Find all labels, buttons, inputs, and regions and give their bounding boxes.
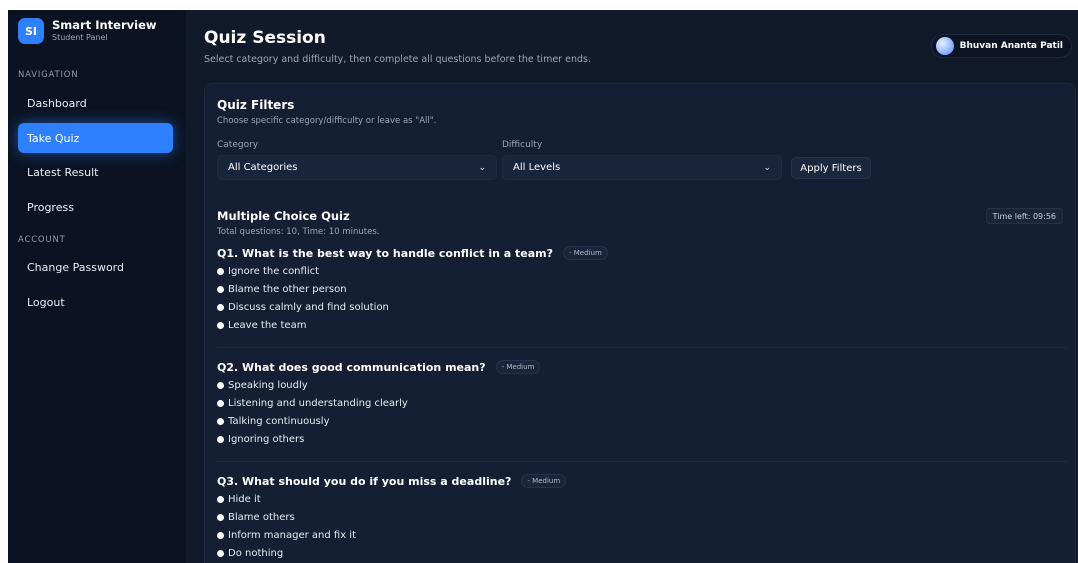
option[interactable]: Discuss calmly and find solution [217,298,1067,316]
radio-icon[interactable] [217,495,224,503]
apply-filters-button[interactable]: Apply Filters [791,157,871,179]
question-text: Q2. What does good communication mean? [217,360,486,374]
sidebar-item-take-quiz[interactable]: Take Quiz [18,123,173,153]
page-title: Quiz Session [204,28,326,48]
filters-subtitle: Choose specific category/difficulty or l… [217,116,437,126]
option-label: Leave the team [228,319,307,331]
radio-icon[interactable] [217,303,224,311]
quiz-card: Quiz Filters Choose specific category/di… [204,83,1076,563]
question-1: Q1. What is the best way to handle confl… [217,244,1067,334]
option[interactable]: Speaking loudly [217,376,1067,394]
difficulty-badge: - Medium [495,360,541,374]
question-text: Q3. What should you do if you miss a dea… [217,474,512,488]
option[interactable]: Ignore the conflict [217,262,1067,280]
brand-title: Smart Interview [52,18,157,32]
quiz-subtitle: Total questions: 10, Time: 10 minutes. [217,227,380,237]
option[interactable]: Blame the other person [217,280,1067,298]
avatar [935,37,954,55]
timer-badge: Time left: 09:56 [985,208,1063,224]
nav-heading: NAVIGATION [18,70,79,80]
option[interactable]: Leave the team [217,316,1067,334]
option-label: Speaking loudly [228,379,308,391]
brand: SI Smart Interview Student Panel [18,18,157,44]
option-label: Hide it [228,493,261,505]
option-label: Talking continuously [228,415,330,427]
brand-logo: SI [18,18,44,44]
option-label: Do nothing [228,547,284,559]
radio-icon[interactable] [217,417,224,425]
radio-icon[interactable] [217,399,224,407]
sidebar-item-change-password[interactable]: Change Password [18,252,173,282]
radio-icon[interactable] [217,513,224,521]
user-badge[interactable]: Bhuvan Ananta Patil [930,34,1072,58]
chevron-down-icon: ⌄ [763,162,771,173]
option[interactable]: Hide it [217,490,1067,508]
brand-subtitle: Student Panel [52,33,108,42]
difficulty-value: All Levels [513,162,561,173]
option-label: Discuss calmly and find solution [228,301,389,313]
option[interactable]: Ignoring others [217,430,1067,448]
option-label: Inform manager and fix it [228,529,356,541]
radio-icon[interactable] [217,321,224,329]
difficulty-select[interactable]: All Levels ⌄ [502,155,782,180]
radio-icon[interactable] [217,267,224,275]
category-value: All Categories [228,162,298,173]
option[interactable]: Talking continuously [217,412,1067,430]
user-name: Bhuvan Ananta Patil [959,41,1063,51]
sidebar-item-progress[interactable]: Progress [18,192,173,222]
radio-icon[interactable] [217,531,224,539]
sidebar: SI Smart Interview Student Panel NAVIGAT… [8,10,186,563]
option[interactable]: Inform manager and fix it [217,526,1067,544]
divider [217,461,1067,462]
sidebar-item-latest-result[interactable]: Latest Result [18,157,173,187]
main-content: Quiz Session Select category and difficu… [186,10,1078,563]
option-label: Blame the other person [228,283,347,295]
quiz-title: Multiple Choice Quiz [217,209,350,223]
sidebar-item-logout[interactable]: Logout [18,287,173,317]
option-label: Listening and understanding clearly [228,397,408,409]
difficulty-badge: - Medium [563,246,608,260]
sidebar-item-dashboard[interactable]: Dashboard [18,88,173,118]
option-label: Ignoring others [228,433,305,445]
radio-icon[interactable] [217,285,224,293]
radio-icon[interactable] [217,381,224,389]
radio-icon[interactable] [217,549,224,557]
option-label: Ignore the conflict [228,265,320,277]
difficulty-badge: - Medium [521,474,567,488]
option[interactable]: Do nothing [217,544,1067,562]
chevron-down-icon: ⌄ [478,162,486,173]
difficulty-label: Difficulty [502,140,543,150]
option-label: Blame others [228,511,295,523]
option[interactable]: Blame others [217,508,1067,526]
question-3: Q3. What should you do if you miss a dea… [217,472,1067,562]
question-text: Q1. What is the best way to handle confl… [217,246,554,260]
category-select[interactable]: All Categories ⌄ [217,155,497,180]
radio-icon[interactable] [217,435,224,443]
filters-title: Quiz Filters [217,98,295,112]
category-label: Category [217,140,259,150]
option[interactable]: Listening and understanding clearly [217,394,1067,412]
app-window: SI Smart Interview Student Panel NAVIGAT… [8,10,1078,563]
page-subtitle: Select category and difficulty, then com… [204,54,591,65]
divider [217,347,1067,348]
question-2: Q2. What does good communication mean? -… [217,358,1067,448]
account-heading: ACCOUNT [18,235,66,245]
